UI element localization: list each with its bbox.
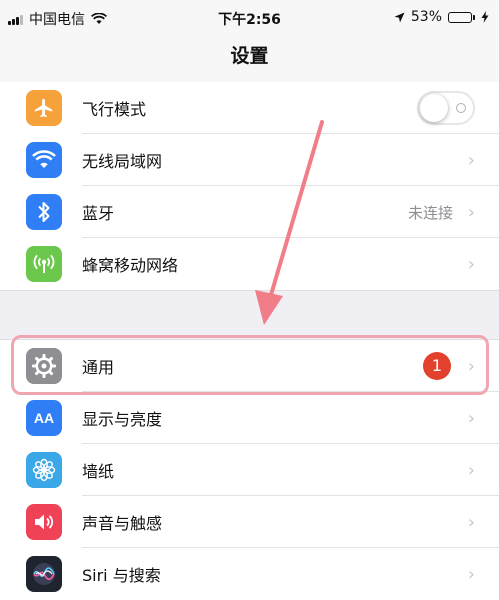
toggle-knob	[420, 94, 448, 122]
charging-bolt-icon	[481, 11, 489, 23]
chevron-right-icon: ›	[467, 511, 475, 533]
airplane-icon	[26, 90, 62, 126]
chevron-right-icon: ›	[467, 407, 475, 429]
chevron-right-icon: ›	[467, 459, 475, 481]
settings-row-wallpaper[interactable]: 墙纸 ›	[0, 444, 499, 496]
section-separator	[0, 290, 499, 340]
nav-bar: 设置	[0, 36, 499, 83]
settings-row-general[interactable]: 通用 1 ›	[0, 340, 499, 392]
settings-row-sounds-haptics[interactable]: 声音与触感 ›	[0, 496, 499, 548]
bluetooth-status: 未连接	[407, 203, 453, 222]
settings-row-bluetooth[interactable]: 蓝牙 未连接 ›	[0, 186, 499, 238]
page-title: 设置	[230, 45, 269, 67]
status-right: 53%	[394, 9, 489, 25]
status-bar: 中国电信 下午2:56 53%	[0, 0, 499, 36]
chevron-right-icon: ›	[467, 149, 475, 171]
settings-row-airplane-mode[interactable]: 飞行模式	[0, 82, 499, 134]
bluetooth-icon	[26, 194, 62, 230]
chevron-right-icon: ›	[467, 563, 475, 585]
airplane-mode-toggle[interactable]	[417, 91, 475, 125]
settings-row-label: 显示与亮度	[82, 410, 163, 429]
chevron-right-icon: ›	[467, 253, 475, 275]
wifi-icon	[26, 142, 62, 178]
settings-row-label: 墙纸	[82, 462, 115, 481]
settings-row-label: 蜂窝移动网络	[82, 256, 179, 275]
settings-row-label: 通用	[82, 358, 115, 377]
display-icon: AA	[26, 400, 62, 436]
settings-row-label: 蓝牙	[82, 204, 115, 223]
display-icon-text: AA	[33, 410, 55, 426]
settings-row-siri-search[interactable]: Siri 与搜索 ›	[0, 548, 499, 600]
battery-percent: 53%	[410, 9, 442, 25]
battery-icon	[448, 11, 475, 23]
settings-row-label: 声音与触感	[82, 514, 163, 533]
cellular-icon	[26, 246, 62, 282]
settings-row-display-brightness[interactable]: AA 显示与亮度 ›	[0, 392, 499, 444]
settings-row-label: 飞行模式	[82, 100, 147, 119]
notification-badge: 1	[423, 352, 451, 380]
chevron-right-icon: ›	[467, 355, 475, 377]
settings-row-wifi[interactable]: 无线局域网 ›	[0, 134, 499, 186]
settings-row-label: 无线局域网	[82, 152, 163, 171]
chevron-right-icon: ›	[467, 201, 475, 223]
settings-row-label: Siri 与搜索	[82, 566, 161, 585]
settings-row-cellular[interactable]: 蜂窝移动网络 ›	[0, 238, 499, 290]
sound-icon	[26, 504, 62, 540]
wallpaper-icon	[26, 452, 62, 488]
siri-icon	[26, 556, 62, 592]
location-arrow-icon	[394, 12, 405, 22]
gear-icon	[26, 348, 62, 384]
